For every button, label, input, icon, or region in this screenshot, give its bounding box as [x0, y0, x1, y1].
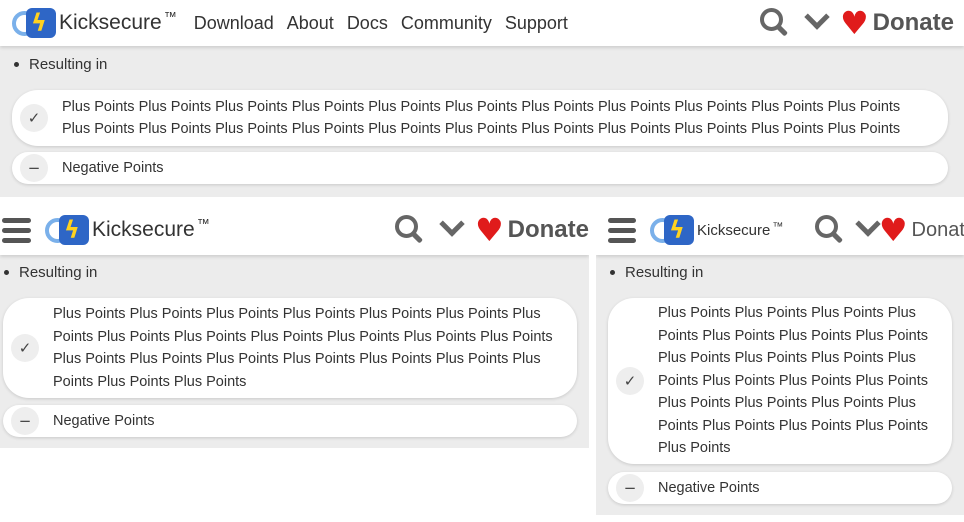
search-icon[interactable] — [394, 215, 425, 245]
bullet-dot — [14, 62, 19, 67]
plus-points-card[interactable]: ✓ Plus Points Plus Points Plus Points Pl… — [3, 298, 577, 398]
negative-points-text: Negative Points — [53, 412, 155, 429]
site-header: ϟ Kicksecure ™ Download About Docs Commun… — [0, 0, 964, 46]
bullet-text: Resulting in — [19, 264, 98, 281]
bullet-text: Resulting in — [29, 56, 108, 73]
chevron-down-icon[interactable] — [804, 4, 830, 30]
bullet-dot — [610, 270, 615, 275]
desktop-view-panel: ϟ Kicksecure ™ Download About Docs Commun… — [0, 0, 964, 197]
negative-points-text: Negative Points — [658, 479, 760, 496]
brand-name[interactable]: Kicksecure ™ — [697, 221, 783, 239]
hamburger-menu-icon[interactable] — [608, 217, 636, 243]
plus-points-text: Plus Points Plus Points Plus Points Plus… — [53, 306, 553, 390]
header-actions: ♥ Donate — [394, 205, 589, 255]
site-header: ϟ Kicksecure™ ♥ Donate — [596, 205, 964, 255]
chevron-down-icon[interactable] — [439, 211, 465, 237]
bullet-item: Resulting in — [4, 264, 97, 281]
donate-button[interactable]: Donate — [912, 219, 964, 242]
kicksecure-logo-icon[interactable]: ϟ — [650, 215, 694, 245]
heart-icon[interactable]: ♥ — [879, 214, 908, 246]
heart-icon[interactable]: ♥ — [840, 7, 869, 39]
nav-download[interactable]: Download — [194, 13, 274, 34]
kicksecure-logo-icon[interactable]: ϟ — [12, 8, 56, 38]
negative-points-card[interactable]: − Negative Points — [608, 472, 952, 504]
checkmark-icon: ✓ — [616, 367, 644, 395]
negative-points-text: Negative Points — [62, 159, 164, 176]
chevron-down-icon[interactable] — [855, 211, 881, 237]
plus-points-card[interactable]: ✓ Plus Points Plus Points Plus Points Pl… — [608, 298, 952, 464]
search-icon[interactable] — [814, 215, 845, 245]
minus-icon: − — [616, 474, 644, 502]
checkmark-icon: ✓ — [20, 104, 48, 132]
search-icon[interactable] — [759, 8, 790, 38]
bullet-text: Resulting in — [625, 264, 704, 281]
hamburger-menu-icon[interactable] — [2, 217, 31, 243]
bullet-item: Resulting in — [14, 56, 107, 73]
site-header: ϟ Kicksecure™ ♥ Donate — [0, 205, 589, 255]
main-nav: Download About Docs Community Support — [194, 13, 581, 34]
tablet-view-panel: ϟ Kicksecure ™ ♥ Donate Resulting in ✓ Pl… — [0, 205, 589, 448]
checkmark-icon: ✓ — [11, 334, 39, 362]
minus-icon: − — [11, 407, 39, 435]
nav-docs[interactable]: Docs — [347, 13, 388, 34]
donate-button[interactable]: Donate — [873, 9, 954, 37]
nav-support[interactable]: Support — [505, 13, 568, 34]
bullet-item: Resulting in — [610, 264, 703, 281]
heart-icon[interactable]: ♥ — [475, 214, 504, 246]
plus-points-text: Plus Points Plus Points Plus Points Plus… — [658, 305, 928, 457]
bullet-dot — [4, 270, 9, 275]
brand-name[interactable]: Kicksecure ™ — [92, 216, 210, 242]
mobile-view-panel: ϟ Kicksecure™ ♥ Donate Resulting in ✓ Pl… — [596, 205, 964, 515]
brand-name[interactable]: Kicksecure ™ — [59, 9, 177, 35]
plus-points-text: Plus Points Plus Points Plus Points Plus… — [62, 98, 901, 138]
header-actions: ♥ Donate — [759, 0, 954, 46]
donate-button[interactable]: Donate — [508, 216, 589, 244]
plus-points-card[interactable]: ✓ Plus Points Plus Points Plus Points Pl… — [12, 90, 948, 146]
negative-points-card[interactable]: − Negative Points — [3, 405, 577, 437]
minus-icon: − — [20, 154, 48, 182]
negative-points-card[interactable]: − Negative Points — [12, 152, 948, 184]
kicksecure-logo-icon[interactable]: ϟ — [45, 215, 89, 245]
header-actions: ♥ Donate — [814, 205, 964, 255]
nav-about[interactable]: About — [287, 13, 334, 34]
nav-community[interactable]: Community — [401, 13, 492, 34]
